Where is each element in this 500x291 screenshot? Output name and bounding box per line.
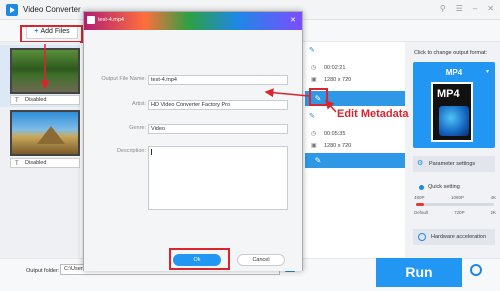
run-button[interactable]: Run bbox=[376, 258, 462, 287]
output-file-name-label: Output File Name: bbox=[101, 76, 146, 82]
quality-slider[interactable] bbox=[416, 203, 494, 206]
window-controls: ⚲ ☰ – ✕ bbox=[440, 4, 494, 13]
pyramid-shape bbox=[37, 126, 65, 144]
app-logo-icon bbox=[6, 4, 18, 16]
edit-metadata-annotation: Edit Metadata bbox=[337, 108, 409, 120]
resolution-icon: ▣ bbox=[311, 143, 317, 149]
edit-metadata-icon-2[interactable]: ✎ bbox=[311, 154, 325, 167]
subtitle-value: Disabled bbox=[25, 97, 47, 103]
subtitle-select-1[interactable]: T Disabled bbox=[10, 95, 80, 105]
menu-icon[interactable]: ☰ bbox=[456, 4, 463, 13]
tick-label: 720P bbox=[454, 210, 465, 215]
quality-ticks-bottom: Default 720P 2K bbox=[414, 210, 496, 215]
cancel-button[interactable]: Cancel bbox=[237, 254, 285, 266]
tick-label: 1080P bbox=[450, 195, 464, 200]
text-caret bbox=[151, 149, 152, 155]
edit-pencil-icon[interactable]: ✎ bbox=[309, 112, 315, 120]
subtitle-value: Disabled bbox=[25, 160, 47, 166]
quick-setting-radio[interactable] bbox=[419, 185, 424, 190]
dialog-title: test-4.mp4 bbox=[98, 17, 124, 23]
minimize-icon[interactable]: – bbox=[473, 4, 477, 13]
dialog-app-icon bbox=[87, 16, 95, 24]
quick-setting-label: Quick setting bbox=[428, 184, 460, 190]
artist-label: Artist: bbox=[131, 101, 146, 107]
parameter-settings-label: Parameter settings bbox=[429, 161, 476, 167]
ok-highlight-box bbox=[169, 248, 230, 270]
tick-label: 480P bbox=[414, 195, 425, 200]
quality-ticks-top: 480P 1080P 4K bbox=[414, 195, 496, 200]
resolution-1: 1280 x 720 bbox=[324, 77, 352, 83]
video-thumbnail-2[interactable] bbox=[10, 110, 80, 156]
hardware-icon bbox=[418, 233, 426, 241]
hardware-acceleration-button[interactable]: Hardware acceleration bbox=[413, 229, 495, 245]
output-format-label: Click to change output format: bbox=[414, 50, 488, 56]
format-name: MP4 bbox=[445, 68, 463, 77]
clock-icon: ◷ bbox=[311, 131, 317, 137]
edit-pencil-icon[interactable]: ✎ bbox=[309, 46, 315, 54]
description-textarea[interactable] bbox=[148, 146, 288, 210]
edit-metadata-highlight-box bbox=[309, 88, 328, 106]
output-file-name-input[interactable]: test-4.mp4 bbox=[148, 75, 288, 85]
description-label: Description: bbox=[116, 148, 146, 154]
app-title: Video Converter bbox=[23, 5, 81, 14]
parameter-settings-button[interactable]: ⚙ Parameter settings bbox=[413, 156, 495, 172]
tick-label: Default bbox=[414, 210, 429, 215]
subtitle-icon: T bbox=[15, 98, 19, 104]
subtitle-select-2[interactable]: T Disabled bbox=[10, 158, 80, 168]
file-info-column bbox=[305, 42, 405, 258]
mp4-icon-label: MP4 bbox=[437, 88, 460, 100]
subtitle-icon: T bbox=[15, 161, 19, 167]
dialog-body: Output File Name: test-4.mp4 Artist: HD … bbox=[84, 30, 302, 256]
add-files-highlight-box bbox=[20, 25, 83, 43]
output-folder-label: Output folder: bbox=[26, 268, 60, 274]
close-icon[interactable]: ✕ bbox=[487, 4, 494, 13]
tick-label: 2K bbox=[490, 210, 496, 215]
clock-icon: ◷ bbox=[311, 65, 317, 71]
quality-slider-fill bbox=[416, 203, 424, 206]
duration-1: 00:02:21 bbox=[324, 65, 346, 71]
video-thumbnail-1[interactable] bbox=[10, 48, 80, 94]
resolution-icon: ▣ bbox=[311, 77, 317, 83]
genre-label: Genre: bbox=[129, 125, 146, 131]
key-icon[interactable]: ⚲ bbox=[440, 4, 446, 13]
mp4-format-icon: MP4 bbox=[431, 82, 473, 142]
dialog-close-icon[interactable]: ✕ bbox=[290, 16, 296, 24]
hardware-acceleration-label: Hardware acceleration bbox=[431, 234, 487, 240]
artist-input[interactable]: HD Video Converter Factory Pro bbox=[148, 100, 288, 110]
metadata-dialog: test-4.mp4 ✕ Output File Name: test-4.mp… bbox=[83, 11, 303, 271]
dialog-title-bar: test-4.mp4 ✕ bbox=[84, 12, 302, 30]
genre-input[interactable]: Video bbox=[148, 124, 288, 134]
alarm-icon[interactable] bbox=[470, 264, 482, 276]
duration-2: 00:05:35 bbox=[324, 131, 346, 137]
chevron-down-icon: ▾ bbox=[485, 69, 489, 75]
settings-icon: ⚙ bbox=[417, 160, 424, 167]
output-format-selector[interactable]: MP4 ▾ MP4 bbox=[413, 62, 495, 148]
resolution-2: 1280 x 720 bbox=[324, 143, 352, 149]
tick-label: 4K bbox=[490, 195, 496, 200]
